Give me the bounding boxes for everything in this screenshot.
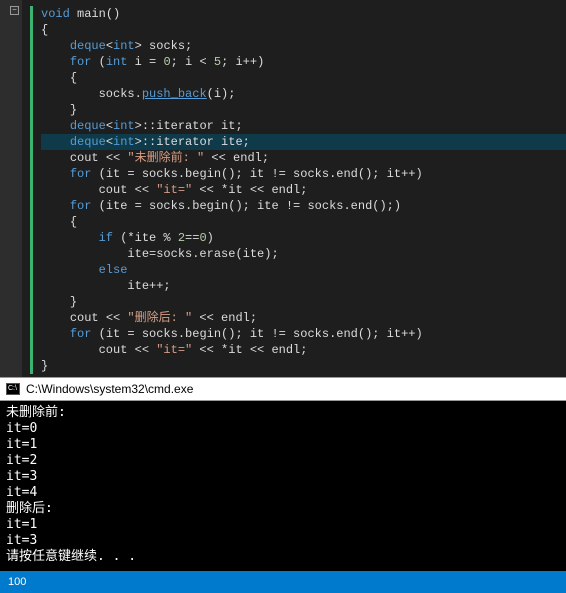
code-editor[interactable]: − void main(){ deque<int> socks; for (in… (0, 0, 566, 377)
code-line: socks.push_back(i); (41, 86, 566, 102)
code-line: { (41, 22, 566, 38)
code-line: cout << "删除后: " << endl; (41, 310, 566, 326)
code-line: for (it = socks.begin(); it != socks.end… (41, 326, 566, 342)
cmd-icon: C:\ (6, 383, 20, 395)
code-line: cout << "it=" << *it << endl; (41, 182, 566, 198)
console-output: 未删除前: it=0 it=1 it=2 it=3 it=4 删除后: it=1… (0, 401, 566, 571)
code-line: else (41, 262, 566, 278)
status-bar: 100 (0, 571, 566, 593)
code-line: { (41, 214, 566, 230)
code-line: { (41, 70, 566, 86)
code-line: cout << "it=" << *it << endl; (41, 342, 566, 358)
code-line: deque<int>::iterator it; (41, 118, 566, 134)
code-line: deque<int> socks; (41, 38, 566, 54)
cmd-title: C:\Windows\system32\cmd.exe (26, 382, 193, 396)
code-line: void main() (41, 6, 566, 22)
code-line: } (41, 102, 566, 118)
editor-gutter (0, 0, 22, 377)
status-percent: 100 (8, 576, 26, 588)
code-line: for (it = socks.begin(); it != socks.end… (41, 166, 566, 182)
code-line: for (int i = 0; i < 5; i++) (41, 54, 566, 70)
code-line: ite=socks.erase(ite); (41, 246, 566, 262)
fold-toggle-icon[interactable]: − (10, 6, 19, 15)
code-line: for (ite = socks.begin(); ite != socks.e… (41, 198, 566, 214)
code-content: void main(){ deque<int> socks; for (int … (30, 6, 566, 374)
code-line: ite++; (41, 278, 566, 294)
cmd-title-bar: C:\ C:\Windows\system32\cmd.exe (0, 377, 566, 401)
code-line: } (41, 294, 566, 310)
code-line: if (*ite % 2==0) (41, 230, 566, 246)
code-line: deque<int>::iterator ite; (41, 134, 566, 150)
code-line: cout << "未删除前: " << endl; (41, 150, 566, 166)
code-line: } (41, 358, 566, 374)
